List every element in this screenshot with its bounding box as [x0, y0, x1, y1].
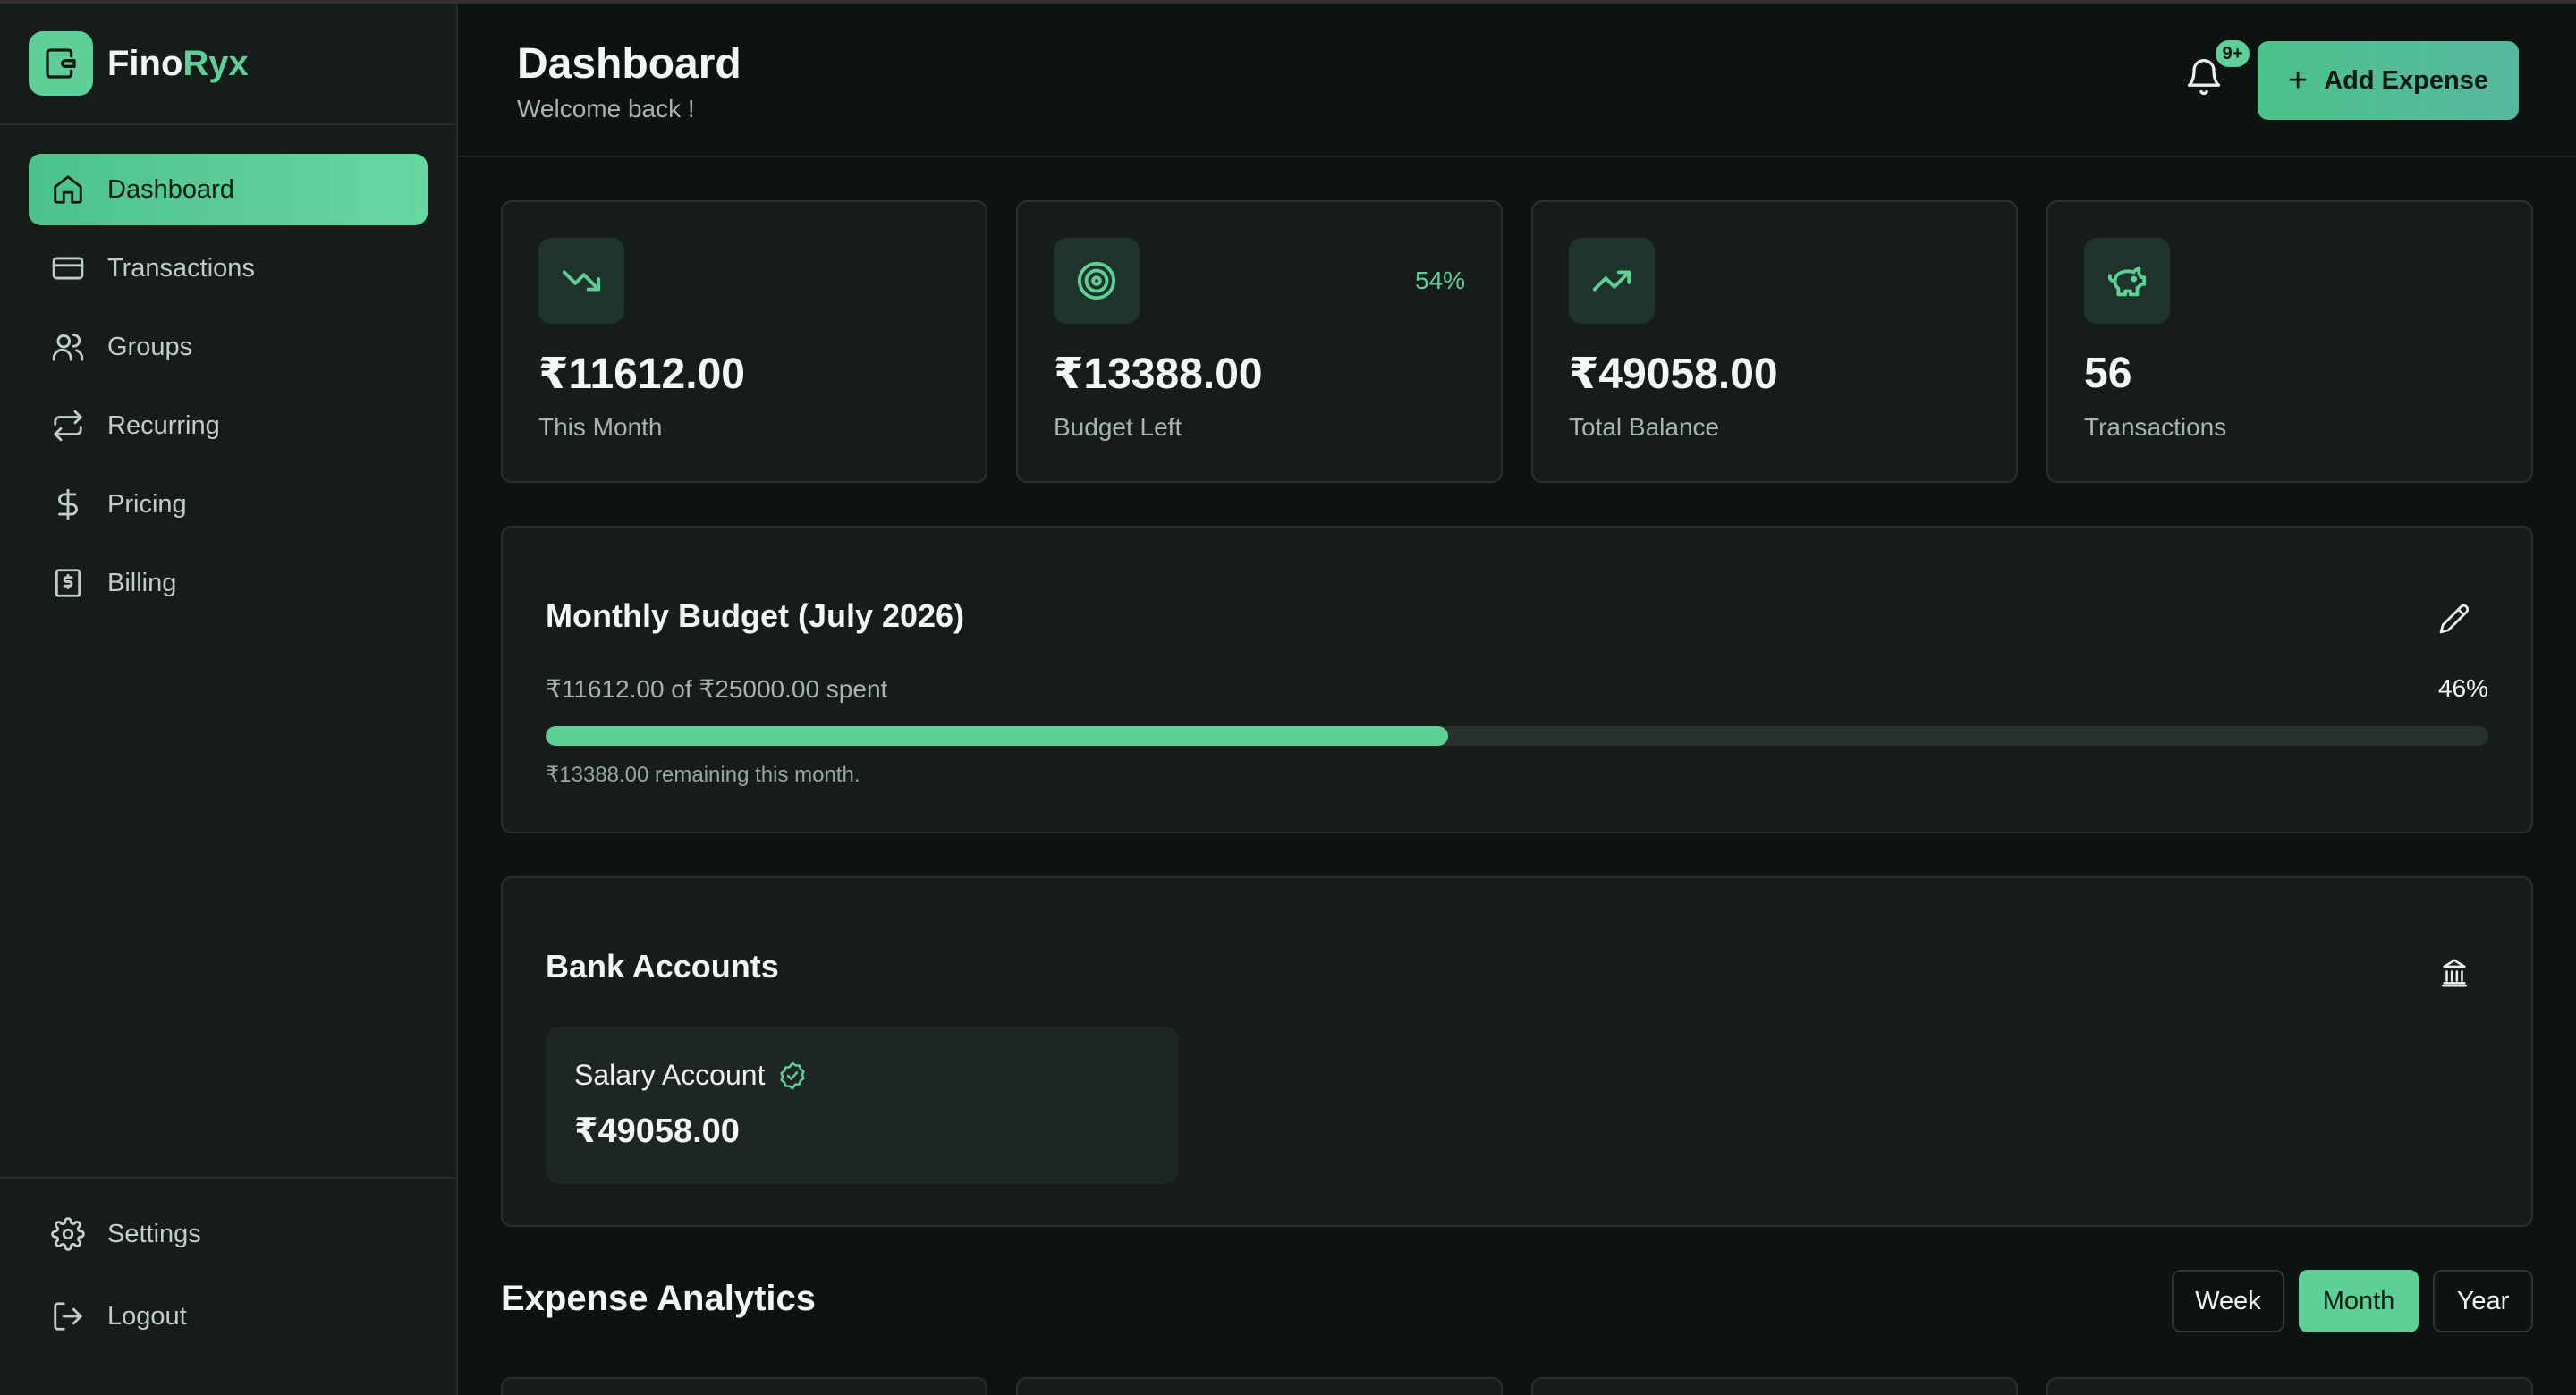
plus-icon: +: [2288, 61, 2309, 99]
sidebar-item-transactions[interactable]: Transactions: [29, 232, 428, 304]
notification-badge: 9+: [2213, 38, 2252, 70]
account-name-text: Salary Account: [574, 1059, 766, 1091]
page-title: Dashboard: [517, 40, 741, 88]
receipt-icon: [50, 565, 86, 601]
range-year-button[interactable]: Year: [2433, 1270, 2533, 1332]
add-expense-label: Add Expense: [2324, 65, 2488, 95]
analytics-card: [1016, 1377, 1503, 1395]
stat-label: Transactions: [2084, 413, 2227, 441]
verified-badge-icon: [780, 1061, 806, 1089]
bank-landmark-icon: [2436, 955, 2472, 991]
budget-left-percent: 54%: [1414, 266, 1465, 294]
page-header: Dashboard Welcome back ! 9+ + Add Expens…: [458, 4, 2576, 157]
home-icon: [50, 172, 86, 207]
gear-icon: [50, 1216, 86, 1252]
dollar-icon: [50, 486, 86, 522]
stat-value: ₹11612.00: [538, 351, 745, 398]
sidebar-item-label: Transactions: [107, 253, 255, 283]
stat-card-total-balance: ₹49058.00 Total Balance: [1531, 200, 2018, 483]
repeat-icon: [50, 408, 86, 444]
account-balance: ₹49058.00: [574, 1112, 740, 1150]
sidebar-item-pricing[interactable]: Pricing: [29, 469, 428, 540]
budget-title: Monthly Budget (July 2026): [546, 597, 965, 634]
brand[interactable]: FinoRyx: [0, 4, 456, 125]
sidebar-item-label: Recurring: [107, 410, 220, 440]
target-icon: [1054, 238, 1140, 324]
analytics-card: [1531, 1377, 2018, 1395]
sidebar-item-groups[interactable]: Groups: [29, 311, 428, 383]
range-month-button[interactable]: Month: [2299, 1270, 2419, 1332]
budget-progress-track: [546, 726, 2488, 746]
bank-accounts-title: Bank Accounts: [546, 948, 779, 985]
stat-value: ₹49058.00: [1569, 351, 1778, 398]
stat-label: Total Balance: [1569, 413, 1720, 441]
brand-name: FinoRyx: [107, 43, 249, 83]
stat-card-budget-left: 54% ₹13388.00 Budget Left: [1016, 200, 1503, 483]
analytics-card: [501, 1377, 987, 1395]
budget-progress-fill: [546, 726, 1448, 746]
budget-percent: 46%: [2437, 674, 2488, 702]
sidebar-item-billing[interactable]: Billing: [29, 547, 428, 619]
sidebar-item-label: Dashboard: [107, 174, 234, 204]
sidebar-item-label: Settings: [107, 1219, 201, 1248]
stat-value: 56: [2084, 350, 2132, 397]
sidebar-bottom: Settings Logout: [0, 1177, 456, 1363]
trending-up-icon: [1569, 238, 1655, 324]
range-week-button[interactable]: Week: [2172, 1270, 2284, 1332]
logout-icon: [50, 1298, 86, 1334]
bank-accounts-panel: Bank Accounts Salary Account ₹49058.00: [501, 876, 2533, 1227]
sidebar-item-settings[interactable]: Settings: [29, 1198, 428, 1270]
sidebar-item-label: Billing: [107, 568, 177, 597]
sidebar-item-logout[interactable]: Logout: [29, 1281, 428, 1352]
sidebar-item-recurring[interactable]: Recurring: [29, 390, 428, 461]
add-expense-button[interactable]: + Add Expense: [2258, 41, 2519, 120]
wallet-icon: [29, 31, 93, 96]
stat-label: Budget Left: [1054, 413, 1182, 441]
users-icon: [50, 329, 86, 365]
piggy-bank-icon: [2084, 238, 2170, 324]
monthly-budget-panel: Monthly Budget (July 2026) ₹11612.00 of …: [501, 526, 2533, 833]
account-name: Salary Account: [574, 1059, 808, 1092]
analytics-card: [2046, 1377, 2533, 1395]
sidebar-item-label: Logout: [107, 1301, 187, 1331]
page-subtitle: Welcome back !: [517, 95, 695, 123]
stat-card-transactions: 56 Transactions: [2046, 200, 2533, 483]
sidebar-item-label: Pricing: [107, 489, 187, 519]
budget-remaining-text: ₹13388.00 remaining this month.: [546, 763, 860, 787]
expense-analytics-title: Expense Analytics: [501, 1279, 817, 1318]
bank-account-card[interactable]: Salary Account ₹49058.00: [546, 1027, 1179, 1184]
stat-card-this-month: ₹11612.00 This Month: [501, 200, 987, 483]
edit-pencil-icon[interactable]: [2436, 601, 2472, 637]
stat-value: ₹13388.00: [1054, 351, 1263, 398]
stat-label: This Month: [538, 413, 663, 441]
credit-card-icon: [50, 250, 86, 286]
sidebar: FinoRyx Dashboard Transactions Groups Re…: [0, 4, 458, 1395]
budget-spent-text: ₹11612.00 of ₹25000.00 spent: [546, 675, 888, 703]
sidebar-nav: Dashboard Transactions Groups Recurring …: [0, 125, 456, 619]
sidebar-item-dashboard[interactable]: Dashboard: [29, 154, 428, 225]
sidebar-item-label: Groups: [107, 332, 193, 361]
trending-down-icon: [538, 238, 624, 324]
